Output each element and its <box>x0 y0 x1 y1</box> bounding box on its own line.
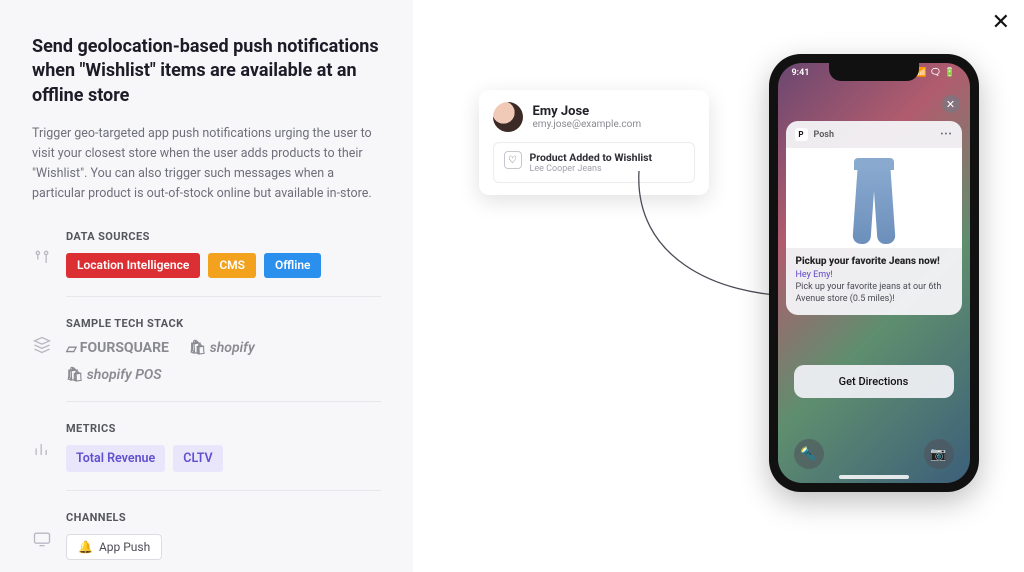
channel-app-push[interactable]: 🔔 App Push <box>66 534 162 560</box>
section-data-sources: DATA SOURCES Location Intelligence CMS O… <box>32 230 381 297</box>
heart-icon: ♡ <box>504 151 522 169</box>
channels-label: CHANNELS <box>66 511 381 524</box>
phone-mockup: 9:41 📶🗨🔋 ✕ P Posh ••• <box>769 54 979 492</box>
section-tech-stack: SAMPLE TECH STACK ▱FOURSQUARE 🛍shopify 🛍… <box>32 317 381 402</box>
page-title: Send geolocation-based push notification… <box>32 35 381 108</box>
notification-text: Pick up your favorite jeans at our 6th A… <box>796 281 952 305</box>
tag-offline[interactable]: Offline <box>264 253 322 278</box>
bell-icon: 🔔 <box>78 540 93 554</box>
status-indicators: 📶🗨🔋 <box>913 68 956 78</box>
camera-icon[interactable]: 📷 <box>924 439 954 469</box>
phone-notch <box>829 63 919 81</box>
stack-shopify-pos: 🛍shopify POS <box>66 367 381 383</box>
notif-close-icon[interactable]: ✕ <box>942 95 960 113</box>
notification-card: P Posh ••• Pickup your favorite Jeans no… <box>786 121 962 315</box>
data-sources-icon <box>32 230 66 272</box>
section-channels: CHANNELS 🔔 App Push <box>32 511 381 572</box>
stack-shopify: 🛍shopify <box>189 340 255 356</box>
stack-foursquare: ▱FOURSQUARE <box>66 340 169 357</box>
user-name: Emy Jose <box>533 104 642 119</box>
tag-cms[interactable]: CMS <box>208 253 256 278</box>
illustration: Emy Jose emy.jose@example.com ♡ Product … <box>439 46 999 526</box>
app-icon: P <box>795 128 808 141</box>
tech-stack-label: SAMPLE TECH STACK <box>66 317 381 330</box>
page-description: Trigger geo-targeted app push notificati… <box>32 124 381 204</box>
event-title: Product Added to Wishlist <box>530 151 653 164</box>
notification-image <box>786 148 962 248</box>
notification-greeting: Hey Emy! <box>796 270 952 280</box>
metric-cltv[interactable]: CLTV <box>173 445 222 472</box>
close-button[interactable]: ✕ <box>992 10 1010 35</box>
get-directions-button[interactable]: Get Directions <box>794 365 954 398</box>
home-indicator <box>839 475 909 479</box>
channels-icon <box>32 511 66 553</box>
data-sources-label: DATA SOURCES <box>66 230 381 243</box>
metric-total-revenue[interactable]: Total Revenue <box>66 445 165 472</box>
user-email: emy.jose@example.com <box>533 119 642 130</box>
more-icon[interactable]: ••• <box>940 130 952 140</box>
tag-location-intelligence[interactable]: Location Intelligence <box>66 253 200 278</box>
section-metrics: METRICS Total Revenue CLTV <box>32 422 381 491</box>
status-time: 9:41 <box>792 68 810 78</box>
notification-title: Pickup your favorite Jeans now! <box>796 256 952 267</box>
metrics-label: METRICS <box>66 422 381 435</box>
stack-icon <box>32 317 66 359</box>
avatar <box>493 102 523 132</box>
flashlight-icon[interactable]: 🔦 <box>794 439 824 469</box>
app-name: Posh <box>814 130 834 140</box>
metrics-icon <box>32 422 66 464</box>
